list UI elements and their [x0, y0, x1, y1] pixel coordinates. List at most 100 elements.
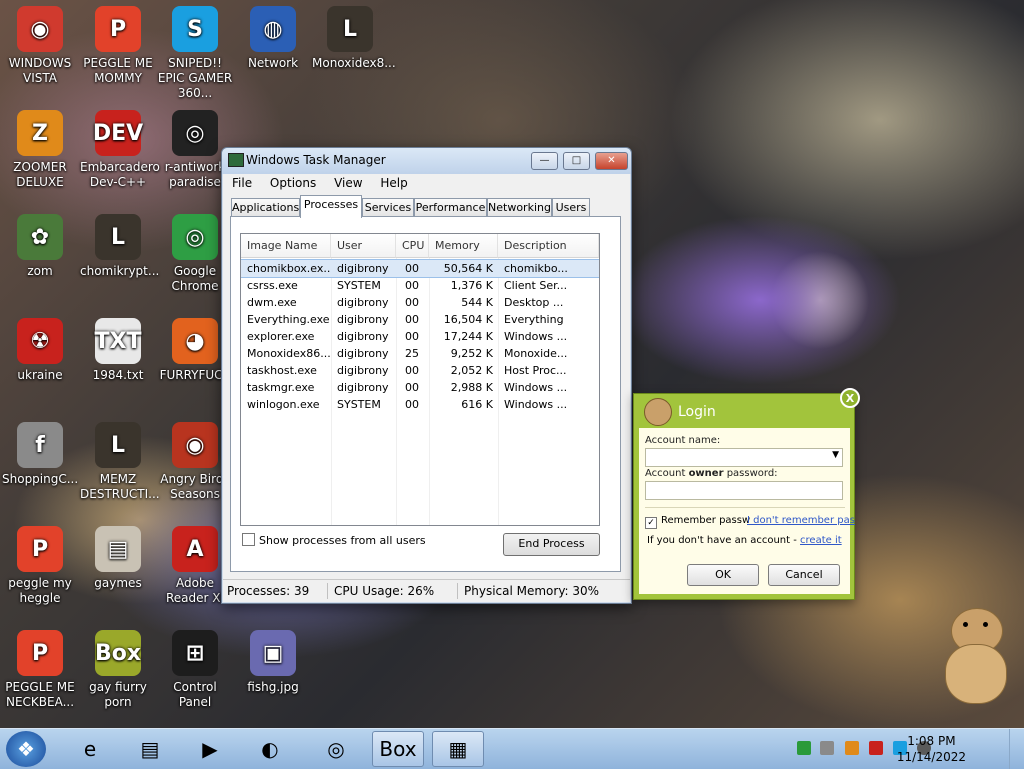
desktop-icon[interactable]: P PEGGLE ME MOMMY	[78, 6, 158, 86]
desktop-icon[interactable]: L Monoxidex8...	[310, 6, 396, 71]
desktop-icon[interactable]: Lchomikrypt...	[78, 214, 159, 279]
tray-network-icon[interactable]	[820, 741, 834, 755]
column-description[interactable]: Description	[498, 234, 599, 258]
angry-birds-icon: ◉	[172, 422, 218, 468]
desktop-icon[interactable]: ⊞ Control Panel	[155, 630, 235, 710]
skype-icon: S	[172, 6, 218, 52]
desktop-icon[interactable]: S SNIPED!! EPIC GAMER 360...	[155, 6, 235, 101]
tray-battery-icon[interactable]	[797, 741, 811, 755]
cell-desc: Client Ser...	[504, 279, 568, 292]
end-process-button[interactable]: End Process	[503, 533, 600, 556]
checkbox-box[interactable]	[242, 533, 255, 546]
cell-cpu: 00	[405, 381, 419, 394]
folder-icon: ▤	[95, 526, 141, 572]
close-button[interactable]: ✕	[595, 152, 628, 170]
table-row[interactable]: taskmgr.exe digibrony 00 2,988 K Windows ...	[241, 379, 599, 396]
desktop-icon[interactable]: ◍ Network	[233, 6, 313, 71]
create-account-link[interactable]: create it	[800, 535, 842, 546]
desktop-icon-label: SNIPED!! EPIC GAMER 360...	[157, 56, 233, 100]
chrome-taskbar-icon[interactable]: ◎	[310, 731, 362, 767]
account-name-label: Account name:	[645, 435, 721, 446]
table-row[interactable]: explorer.exe digibrony 00 17,244 K Windows .…	[241, 328, 599, 345]
window-title: Windows Task Manager	[246, 153, 386, 167]
table-row[interactable]: dwm.exe digibrony 00 544 K Desktop ...	[241, 294, 599, 311]
column-cpu[interactable]: CPU	[396, 234, 429, 258]
table-row[interactable]: taskhost.exe digibrony 00 2,052 K Host Proc.…	[241, 362, 599, 379]
table-row[interactable]: Monoxidex86.... digibrony 25 9,252 K Monoxid…	[241, 345, 599, 362]
start-orb-icon[interactable]: ❖	[6, 731, 46, 767]
taskmgr-taskbar-icon[interactable]: ▦	[432, 731, 484, 767]
menu-bar: File Options View Help	[223, 174, 630, 194]
ok-button[interactable]: OK	[687, 564, 759, 586]
desktop-icon[interactable]: DEV Embarcadero Dev-C++	[78, 110, 160, 190]
desktop-icon[interactable]: f ShoppingC...	[0, 422, 80, 487]
show-all-processes-checkbox[interactable]: Show processes from all users	[242, 533, 426, 547]
desktop-icon[interactable]: ▣ fishg.jpg	[233, 630, 313, 695]
cancel-button[interactable]: Cancel	[768, 564, 840, 586]
tray-flag-icon[interactable]	[869, 741, 883, 755]
desktop-icon[interactable]: ▤ gaymes	[78, 526, 158, 591]
uc-browser-icon[interactable]: ◐	[244, 731, 296, 767]
cell-name: winlogon.exe	[247, 398, 320, 411]
desktop-icon[interactable]: ◉ WINDOWS VISTA	[0, 6, 80, 86]
menu-file[interactable]: File	[223, 174, 259, 192]
minimize-button[interactable]: —	[531, 152, 558, 170]
cell-cpu: 00	[405, 398, 419, 411]
tab-users[interactable]: Users	[552, 198, 590, 217]
hamster-logo-icon	[644, 398, 672, 426]
desktop-icon-label: MEMZ DESTRUCTI...	[80, 472, 160, 501]
menu-view[interactable]: View	[327, 174, 369, 192]
cell-mem: 50,564 K	[443, 262, 493, 275]
cell-desc: Desktop ...	[504, 296, 564, 309]
explorer-folder-icon[interactable]: ▤	[124, 731, 176, 767]
column-image-name[interactable]: Image Name	[241, 234, 331, 258]
desktop-icon[interactable]: Box gay fiurry porn	[78, 630, 158, 710]
desktop-icon[interactable]: ☢ ukraine	[0, 318, 80, 383]
table-row[interactable]: chomikbox.ex... digibrony 00 50,564 K chomik…	[241, 259, 599, 278]
desktop-icon[interactable]: L MEMZ DESTRUCTI...	[78, 422, 160, 502]
tab-networking[interactable]: Networking	[487, 198, 552, 217]
account-name-dropdown[interactable]: ▼	[645, 448, 843, 467]
desktop-icon[interactable]: P PEGGLE ME NECKBEA...	[0, 630, 80, 710]
forgot-password-link[interactable]: I don't remember pas	[747, 515, 855, 526]
radiation-icon: ☢	[17, 318, 63, 364]
cell-mem: 544 K	[461, 296, 493, 309]
tab-performance[interactable]: Performance	[414, 198, 487, 217]
process-list[interactable]: Image Name User Name CPU Memory (... Des…	[240, 233, 600, 526]
desktop-icon[interactable]: Ppeggle my heggle	[0, 526, 80, 606]
menu-options[interactable]: Options	[263, 174, 323, 192]
column-memory[interactable]: Memory (...	[429, 234, 498, 276]
tab-services[interactable]: Services	[362, 198, 414, 217]
internet-explorer-icon[interactable]: e	[64, 731, 116, 767]
remember-password-checkbox[interactable]: ✓ Remember passw	[645, 515, 750, 529]
clock[interactable]: 1:08 PM 11/14/2022	[897, 733, 966, 765]
tray-search-icon[interactable]	[845, 741, 859, 755]
table-row[interactable]: csrss.exe SYSTEM 00 1,376 K Client Ser...	[241, 277, 599, 294]
flash-icon: f	[17, 422, 63, 468]
tab-applications[interactable]: Applications	[231, 198, 300, 217]
password-field[interactable]	[645, 481, 843, 500]
status-bar: Processes: 39 CPU Usage: 26% Physical Me…	[223, 579, 630, 602]
column-user-name[interactable]: User Name	[331, 234, 396, 276]
chevron-down-icon[interactable]: ▼	[832, 450, 839, 460]
show-desktop-button[interactable]	[1009, 729, 1024, 769]
maximize-button[interactable]: □	[563, 152, 590, 170]
table-row[interactable]: Everything.exe digibrony 00 16,504 K Everyth…	[241, 311, 599, 328]
media-player-icon[interactable]: ▶	[184, 731, 236, 767]
table-row[interactable]: winlogon.exe SYSTEM 00 616 K Windows ...	[241, 396, 599, 413]
hamster-mascot-icon	[945, 608, 1007, 704]
desktop-icon[interactable]: ✿ zom	[0, 214, 80, 279]
chomikbox-taskbar-icon[interactable]: Box	[372, 731, 424, 767]
cell-desc: Windows ...	[504, 381, 568, 394]
checkmark-icon[interactable]: ✓	[645, 517, 657, 529]
desktop-icon[interactable]: Z ZOOMER DELUXE	[0, 110, 80, 190]
lock-file-icon: L	[95, 214, 141, 260]
login-close-button[interactable]: X	[840, 388, 860, 408]
cell-user: SYSTEM	[337, 398, 381, 411]
tab-processes[interactable]: Processes	[300, 195, 362, 218]
menu-help[interactable]: Help	[373, 174, 414, 192]
desktop-icon[interactable]: TXT 1984.txt	[78, 318, 158, 383]
task-manager-titlebar[interactable]: Windows Task Manager — □ ✕	[222, 148, 631, 174]
cell-user: SYSTEM	[337, 279, 381, 292]
lock-file-icon: L	[95, 422, 141, 468]
